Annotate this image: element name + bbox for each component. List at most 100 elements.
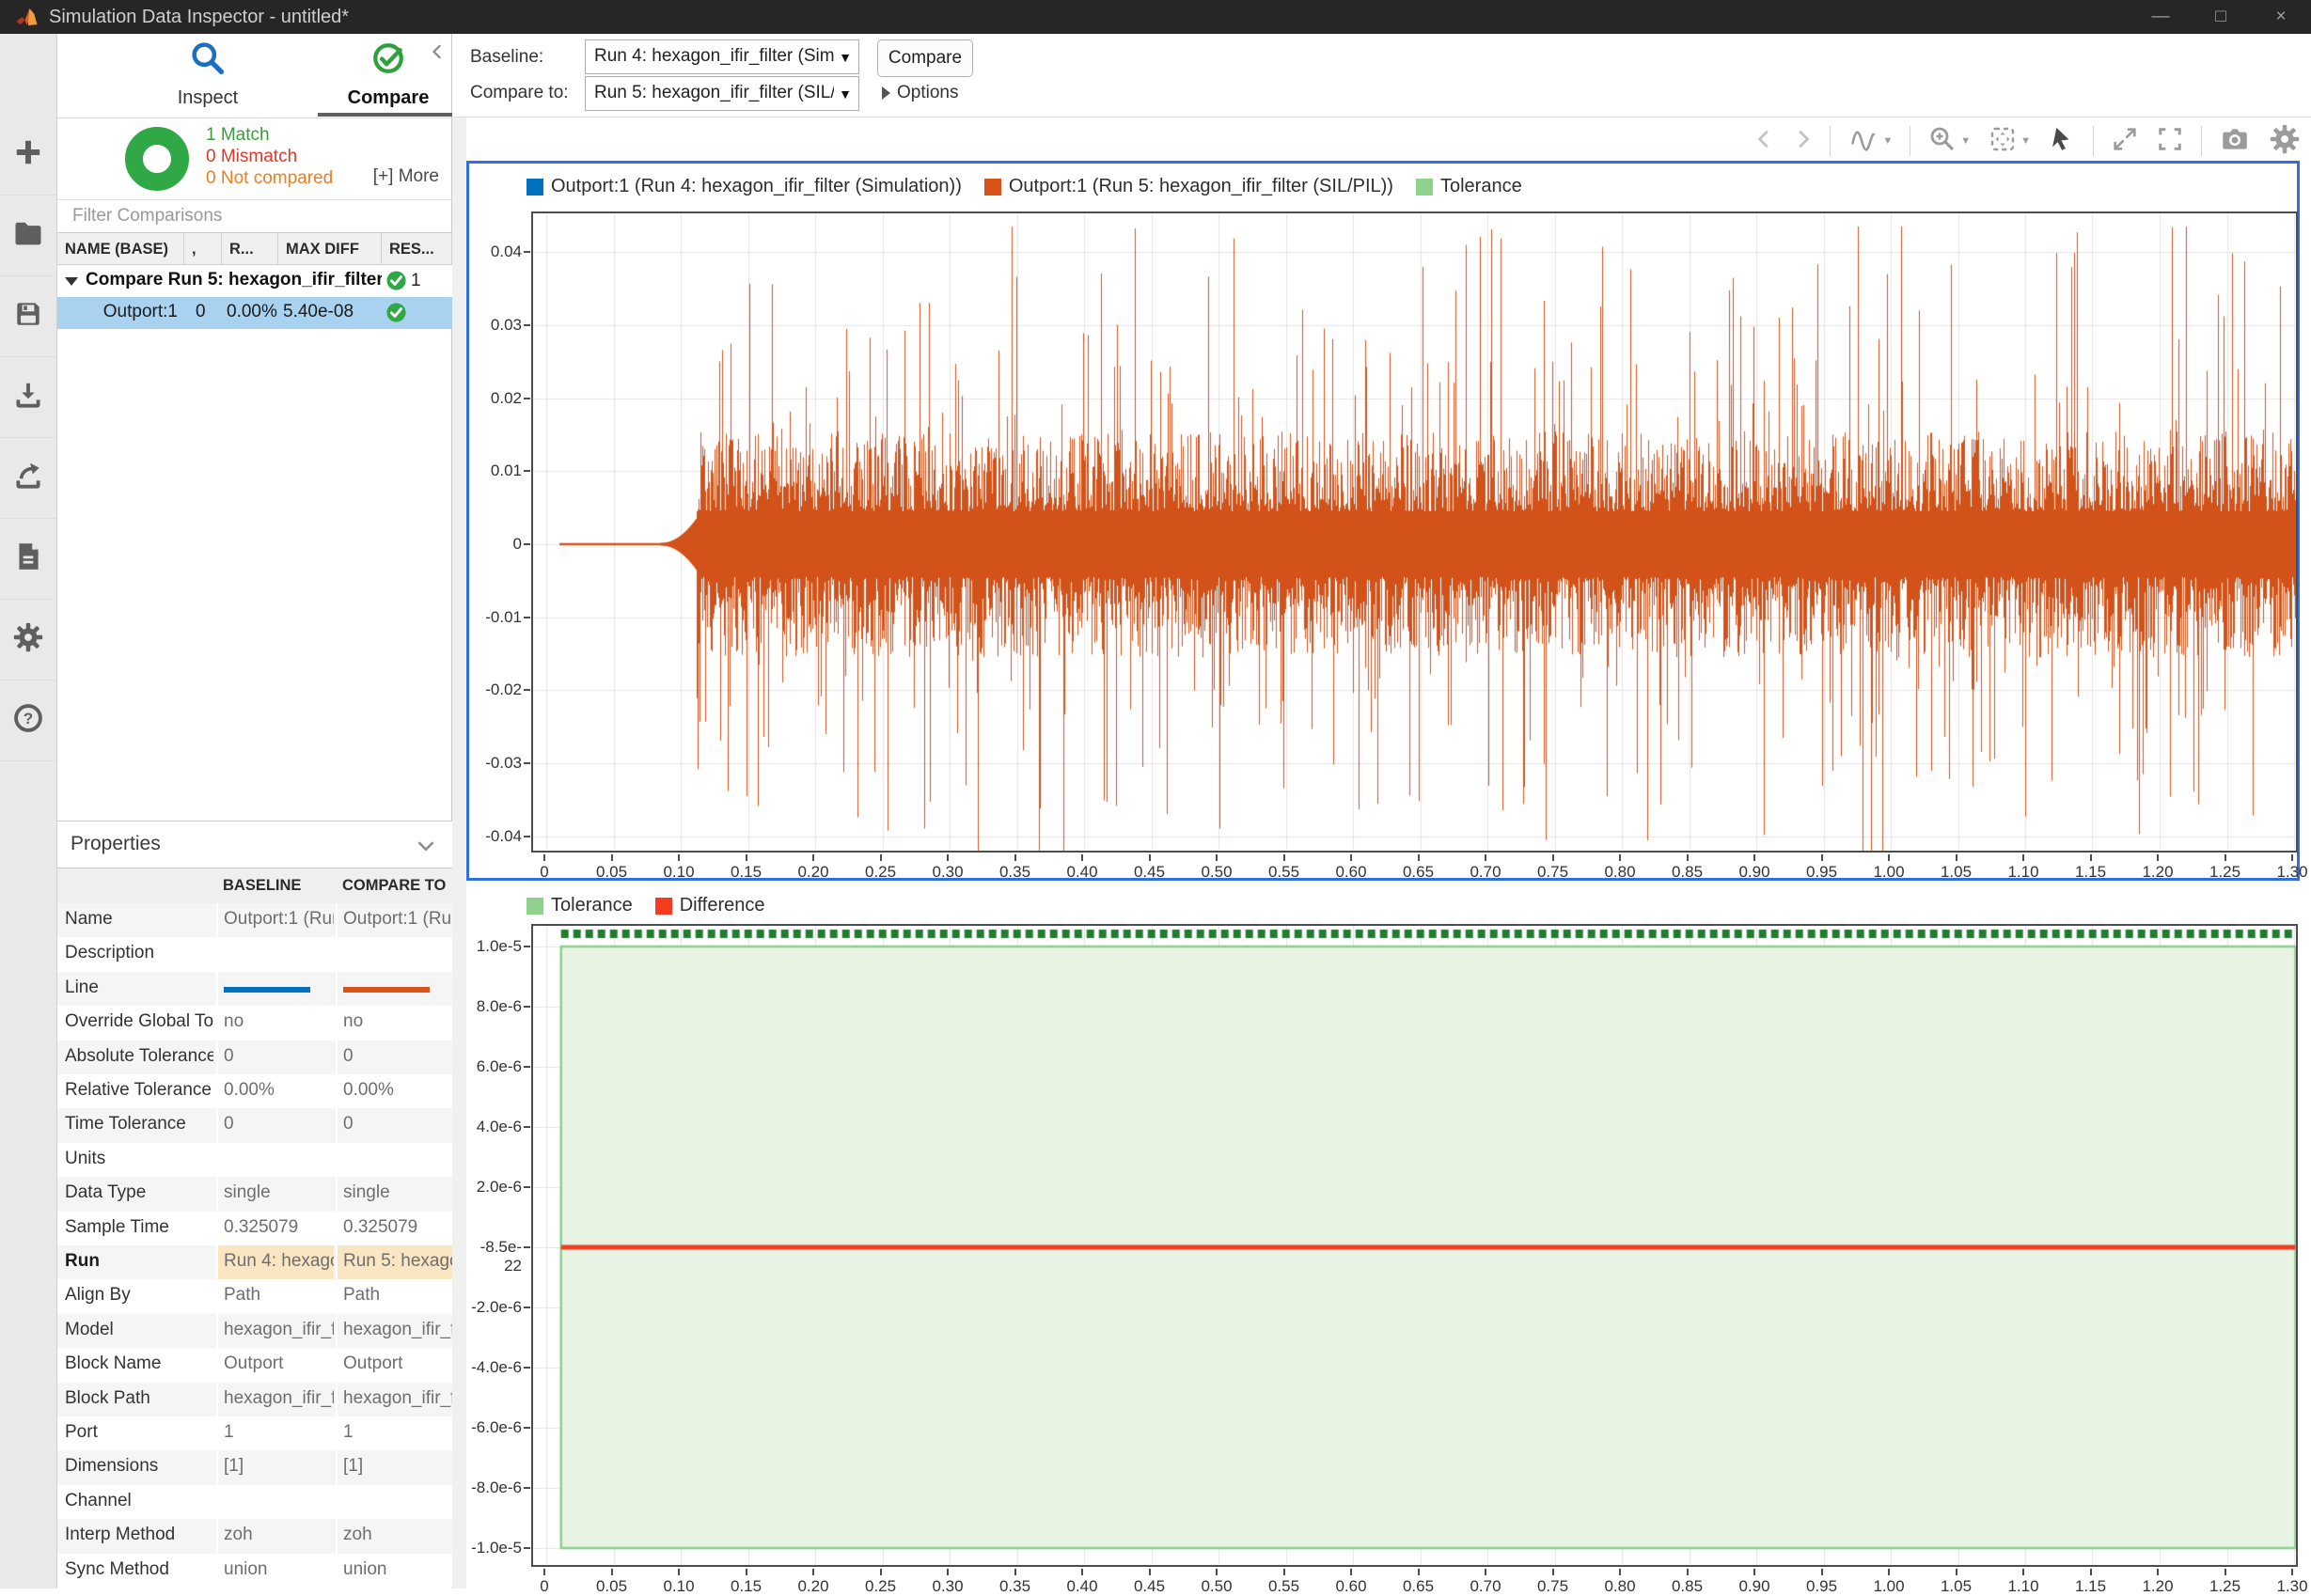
compare-bar: Baseline: Run 4: hexagon_ifir_filter (Si… bbox=[452, 34, 2311, 117]
chevron-right-tool[interactable] bbox=[1792, 129, 1813, 154]
column-header-1[interactable]: , bbox=[184, 233, 222, 265]
x-tick-label: 0.05 bbox=[579, 863, 645, 882]
x-tick-mark bbox=[2291, 1569, 2293, 1575]
property-label: Override Global Tole bbox=[65, 1011, 213, 1032]
x-tick-label: 0.90 bbox=[1721, 863, 1787, 882]
column-header-4[interactable]: RES... bbox=[382, 233, 452, 265]
search-icon bbox=[189, 65, 227, 81]
x-tick-mark bbox=[2225, 854, 2226, 861]
side-toolbar-button-help[interactable]: ? bbox=[0, 680, 56, 761]
side-toolbar-button-report[interactable] bbox=[0, 518, 56, 600]
legend-item[interactable]: Tolerance bbox=[1416, 176, 1522, 197]
side-toolbar: ? bbox=[0, 34, 57, 1588]
legend-label: Outport:1 (Run 5: hexagon_ifir_filter (S… bbox=[1009, 176, 1393, 197]
dropdown-caret-icon: ▼ bbox=[839, 50, 852, 65]
x-tick-label: 0.95 bbox=[1789, 863, 1855, 882]
x-tick-mark bbox=[1619, 854, 1621, 861]
zoom-in-tool[interactable]: ▼ bbox=[1927, 124, 1971, 159]
column-header-3[interactable]: MAX DIFF bbox=[278, 233, 382, 265]
app-window: Simulation Data Inspector - untitled* — … bbox=[0, 0, 2311, 1588]
minimize-button[interactable]: — bbox=[2130, 0, 2191, 34]
y-tick-label: 6.0e-6 bbox=[465, 1057, 522, 1076]
x-tick-label: 0.20 bbox=[780, 863, 846, 882]
signal-plot-area[interactable] bbox=[531, 211, 2298, 853]
more-link[interactable]: [+] More bbox=[373, 166, 439, 187]
fullscreen-tool[interactable] bbox=[2156, 125, 2184, 158]
options-expander[interactable]: Options bbox=[882, 83, 958, 103]
side-toolbar-button-settings-gear[interactable] bbox=[0, 599, 56, 681]
legend-item[interactable]: Outport:1 (Run 5: hexagon_ifir_filter (S… bbox=[984, 176, 1393, 197]
x-tick-label: 0.70 bbox=[1453, 1577, 1518, 1596]
property-baseline-value: Outport:1 (Run bbox=[216, 903, 334, 937]
caret-down-icon[interactable]: ▼ bbox=[1960, 135, 1971, 147]
property-baseline-value: [1] bbox=[216, 1450, 334, 1484]
caret-down-icon[interactable]: ▼ bbox=[2020, 135, 2031, 147]
compare-button[interactable]: Compare bbox=[877, 39, 973, 77]
settings-gear-tool[interactable] bbox=[2268, 122, 2302, 161]
y-tick-label: 0.02 bbox=[465, 389, 522, 408]
x-tick-label: 0.45 bbox=[1117, 863, 1183, 882]
signal-trace-tool[interactable]: ▼ bbox=[1847, 123, 1893, 160]
difference-plot-area[interactable] bbox=[531, 924, 2298, 1567]
x-tick-mark bbox=[880, 854, 882, 861]
x-tick-mark bbox=[1216, 854, 1218, 861]
fit-view-tool[interactable]: ▼ bbox=[1988, 124, 2031, 159]
camera-tool[interactable] bbox=[2219, 123, 2251, 160]
x-tick-label: 0.40 bbox=[1049, 1577, 1115, 1596]
row-name: Outport:1 bbox=[57, 302, 178, 322]
x-tick-label: 0.30 bbox=[915, 1577, 981, 1596]
close-button[interactable]: × bbox=[2251, 0, 2311, 34]
legend-item[interactable]: Outport:1 (Run 4: hexagon_ifir_filter (S… bbox=[527, 176, 962, 197]
tab-inspect[interactable]: Inspect bbox=[128, 39, 288, 115]
column-header-2[interactable]: R... bbox=[222, 233, 278, 265]
x-tick-mark bbox=[2022, 1569, 2024, 1575]
chevron-left-icon bbox=[1754, 129, 1775, 154]
x-tick-label: 1.20 bbox=[2125, 863, 2191, 882]
collapse-panel-icon[interactable] bbox=[430, 43, 447, 65]
chevron-down-icon[interactable] bbox=[417, 837, 435, 860]
properties-header[interactable]: Properties bbox=[57, 821, 452, 868]
x-tick-mark bbox=[2090, 1569, 2092, 1575]
x-tick-mark bbox=[1619, 1569, 1621, 1575]
side-toolbar-button-export[interactable] bbox=[0, 437, 56, 519]
x-tick-mark bbox=[678, 1569, 680, 1575]
x-tick-mark bbox=[812, 1569, 814, 1575]
maximize-button[interactable]: □ bbox=[2191, 0, 2251, 34]
table-row[interactable]: Outport:100.00%5.40e-08 bbox=[57, 297, 452, 329]
property-compare-value: hexagon_ifir_fil bbox=[336, 1383, 452, 1416]
x-tick-label: 1.25 bbox=[2193, 1577, 2258, 1596]
property-row-name: NameOutport:1 (RunOutport:1 (Run bbox=[57, 903, 452, 937]
legend-item[interactable]: Tolerance bbox=[527, 895, 633, 916]
y-tick-label: 0.01 bbox=[465, 462, 522, 480]
side-toolbar-button-save[interactable] bbox=[0, 275, 56, 357]
cursor-arrow-tool[interactable] bbox=[2048, 125, 2076, 158]
chevron-left-tool[interactable] bbox=[1754, 129, 1775, 154]
main-area: Baseline: Run 4: hexagon_ifir_filter (Si… bbox=[452, 34, 2311, 1588]
side-toolbar-button-import[interactable] bbox=[0, 356, 56, 438]
expand-diagonal-icon bbox=[2111, 125, 2139, 158]
side-toolbar-button-open-folder[interactable] bbox=[0, 195, 56, 276]
x-tick-label: 0.60 bbox=[1318, 863, 1384, 882]
filter-comparisons-input[interactable] bbox=[71, 203, 441, 229]
comparison-group-row[interactable]: Compare Run 5: hexagon_ifir_filter (S 1 bbox=[57, 265, 452, 297]
x-tick-label: 0.75 bbox=[1520, 863, 1586, 882]
legend-item[interactable]: Difference bbox=[655, 895, 765, 916]
baseline-dropdown[interactable]: Run 4: hexagon_ifir_filter (Simulat ▼ bbox=[585, 39, 859, 74]
column-header-0[interactable]: NAME (BASE) bbox=[57, 233, 184, 265]
side-toolbar-button-add[interactable] bbox=[0, 114, 56, 196]
legend-label: Tolerance bbox=[1440, 176, 1522, 197]
toolbar-separator bbox=[2093, 126, 2094, 156]
y-tick-mark bbox=[524, 946, 530, 947]
property-baseline-value: single bbox=[216, 1177, 334, 1211]
compare-to-dropdown[interactable]: Run 5: hexagon_ifir_filter (SIL/PIL ▼ bbox=[585, 76, 859, 111]
property-label: Name bbox=[65, 909, 213, 930]
expand-diagonal-tool[interactable] bbox=[2111, 125, 2139, 158]
property-compare-value bbox=[336, 937, 452, 971]
tab-inspect-label: Inspect bbox=[128, 87, 288, 109]
summary-donut bbox=[125, 127, 189, 191]
caret-down-icon[interactable]: ▼ bbox=[1882, 135, 1893, 147]
x-tick-label: 0 bbox=[511, 1577, 577, 1596]
x-tick-label: 1.30 bbox=[2259, 863, 2311, 882]
expand-arrow-icon[interactable] bbox=[65, 277, 78, 286]
matlab-logo-icon bbox=[15, 5, 39, 34]
